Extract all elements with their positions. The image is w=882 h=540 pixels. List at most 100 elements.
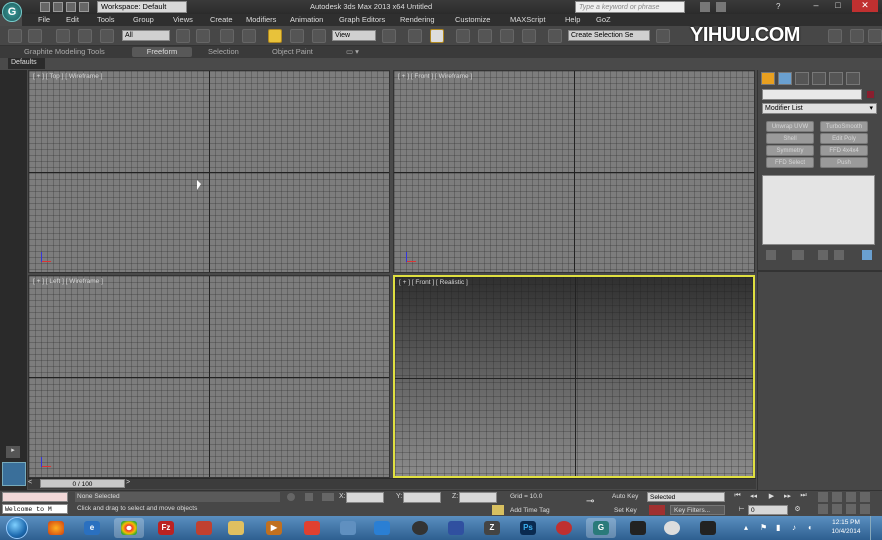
- menu-file[interactable]: File: [38, 15, 50, 24]
- menu-graph-editors[interactable]: Graph Editors: [339, 15, 385, 24]
- maximize-viewport-icon[interactable]: [860, 504, 870, 514]
- select-and-scale-icon[interactable]: [312, 29, 326, 43]
- flag-icon[interactable]: ⚑: [760, 523, 767, 532]
- modifier-button[interactable]: Edit Poly: [820, 133, 868, 144]
- select-and-rotate-icon[interactable]: [290, 29, 304, 43]
- material-editor-icon[interactable]: [828, 29, 842, 43]
- percent-snap-icon[interactable]: [500, 29, 514, 43]
- orbit-icon[interactable]: [846, 504, 856, 514]
- select-manipulate-icon[interactable]: [408, 29, 422, 43]
- clock-time[interactable]: 12:15 PM: [826, 519, 866, 526]
- go-to-start-icon[interactable]: ⏮: [732, 492, 743, 502]
- welcome-field[interactable]: Welcome to M: [2, 504, 68, 514]
- file-explorer-icon[interactable]: [228, 521, 244, 535]
- selection-filter-dropdown[interactable]: All: [122, 30, 170, 41]
- add-time-tag[interactable]: Add Time Tag: [510, 507, 550, 514]
- x-coordinate-input[interactable]: [346, 492, 384, 503]
- menu-create[interactable]: Create: [210, 15, 233, 24]
- transform-mode-icon[interactable]: [322, 493, 334, 501]
- remove-modifier-icon[interactable]: [834, 250, 844, 260]
- mirror-icon[interactable]: [656, 29, 670, 43]
- modifier-button[interactable]: Shell: [766, 133, 814, 144]
- modifier-stack[interactable]: [762, 175, 875, 245]
- workspace-dropdown[interactable]: Workspace: Default: [97, 1, 187, 13]
- modifier-button[interactable]: Push: [820, 157, 868, 168]
- time-config-icon[interactable]: ⚙: [792, 505, 803, 515]
- modifier-button[interactable]: TurboSmooth: [820, 121, 868, 132]
- minimize-button[interactable]: –: [806, 0, 826, 12]
- menu-animation[interactable]: Animation: [290, 15, 323, 24]
- ribbon-options-icon[interactable]: ▭ ▾: [346, 47, 359, 56]
- menu-rendering[interactable]: Rendering: [400, 15, 435, 24]
- utilities-tab-icon[interactable]: [846, 72, 860, 85]
- z-coordinate-input[interactable]: [459, 492, 497, 503]
- rectangular-selection-icon[interactable]: [220, 29, 234, 43]
- field-of-view-icon[interactable]: [818, 504, 828, 514]
- tray-app-icon[interactable]: ◐: [808, 523, 813, 532]
- network-icon[interactable]: ▮: [776, 523, 780, 532]
- viewport-active-label[interactable]: [ + ] [ Front ] [ Realistic ]: [399, 279, 468, 286]
- zbrush-icon[interactable]: Z: [484, 521, 500, 535]
- snaps-toggle-icon[interactable]: [456, 29, 470, 43]
- modifier-button[interactable]: Symmetry: [766, 145, 814, 156]
- menu-views[interactable]: Views: [173, 15, 193, 24]
- create-tab-icon[interactable]: [761, 72, 775, 85]
- window-crossing-icon[interactable]: [242, 29, 256, 43]
- menu-customize[interactable]: Customize: [455, 15, 490, 24]
- keyboard-shortcut-toggle-icon[interactable]: [430, 29, 444, 43]
- play-icon[interactable]: ▶: [766, 492, 777, 502]
- viewport-front-label[interactable]: [ + ] [ Front ] [ Wireframe ]: [398, 73, 472, 80]
- make-unique-icon[interactable]: [818, 250, 828, 260]
- menu-goz[interactable]: GoZ: [596, 15, 611, 24]
- app-disc-icon[interactable]: [664, 521, 680, 535]
- default-in-out-tangent-icon[interactable]: [649, 505, 665, 515]
- angle-snap-icon[interactable]: [478, 29, 492, 43]
- chrome-icon[interactable]: [121, 521, 137, 535]
- open-file-icon[interactable]: [53, 2, 63, 12]
- render-setup-icon[interactable]: [850, 29, 864, 43]
- tray-expand-icon[interactable]: ▴: [744, 523, 748, 532]
- edit-named-selection-icon[interactable]: [548, 29, 562, 43]
- zoom-all-icon[interactable]: [832, 492, 842, 502]
- key-filters-button[interactable]: Key Filters...: [670, 505, 725, 515]
- close-button[interactable]: ✕: [852, 0, 878, 12]
- tab-graphite-modeling-tools[interactable]: Graphite Modeling Tools: [24, 47, 105, 56]
- hierarchy-tab-icon[interactable]: [795, 72, 809, 85]
- viewport-active-realistic[interactable]: [ + ] [ Front ] [ Realistic ]: [393, 275, 755, 478]
- zoom-icon[interactable]: [818, 492, 828, 502]
- play-arrow-icon[interactable]: ▸: [6, 446, 20, 458]
- viewport-top[interactable]: [ + ] [ Top ] [ Wireframe ]: [28, 70, 390, 273]
- menu-group[interactable]: Group: [133, 15, 154, 24]
- modify-tab-icon[interactable]: [778, 72, 792, 85]
- app-window-icon[interactable]: [448, 521, 464, 535]
- flash-icon[interactable]: [304, 521, 320, 535]
- selection-lock-icon[interactable]: [305, 493, 313, 501]
- tab-object-paint[interactable]: Object Paint: [272, 47, 313, 56]
- undo-icon[interactable]: [8, 29, 22, 43]
- selection-set-dropdown[interactable]: Selected: [647, 492, 725, 502]
- set-key-button[interactable]: Set Key: [614, 507, 637, 514]
- bind-space-warp-icon[interactable]: [100, 29, 114, 43]
- named-selection-dropdown[interactable]: Create Selection Se: [568, 30, 650, 41]
- modifier-button[interactable]: FFD 4x4x4: [820, 145, 868, 156]
- app-swirl-icon[interactable]: [196, 521, 212, 535]
- app-red-icon[interactable]: [556, 521, 572, 535]
- search-input[interactable]: Type a keyword or phrase: [575, 1, 685, 13]
- app-black-icon[interactable]: [700, 521, 716, 535]
- select-link-icon[interactable]: [56, 29, 70, 43]
- previous-frame-icon[interactable]: ◂◂: [748, 492, 759, 502]
- auto-key-button[interactable]: Auto Key: [612, 493, 638, 500]
- pan-view-icon[interactable]: [832, 504, 842, 514]
- pin-stack-icon[interactable]: [766, 250, 776, 260]
- help-icon[interactable]: ?: [776, 2, 790, 12]
- key-mode-icon[interactable]: ⊢: [736, 505, 747, 515]
- zoom-extents-icon[interactable]: [846, 492, 856, 502]
- spinner-snap-icon[interactable]: [522, 29, 536, 43]
- redo-icon[interactable]: [28, 29, 42, 43]
- y-coordinate-input[interactable]: [403, 492, 441, 503]
- firefox-icon[interactable]: [48, 521, 64, 535]
- modifier-button[interactable]: FFD Select: [766, 157, 814, 168]
- render-icon[interactable]: [868, 29, 882, 43]
- viewport-top-label[interactable]: [ + ] [ Top ] [ Wireframe ]: [33, 73, 102, 80]
- filezilla-icon[interactable]: Fz: [158, 521, 174, 535]
